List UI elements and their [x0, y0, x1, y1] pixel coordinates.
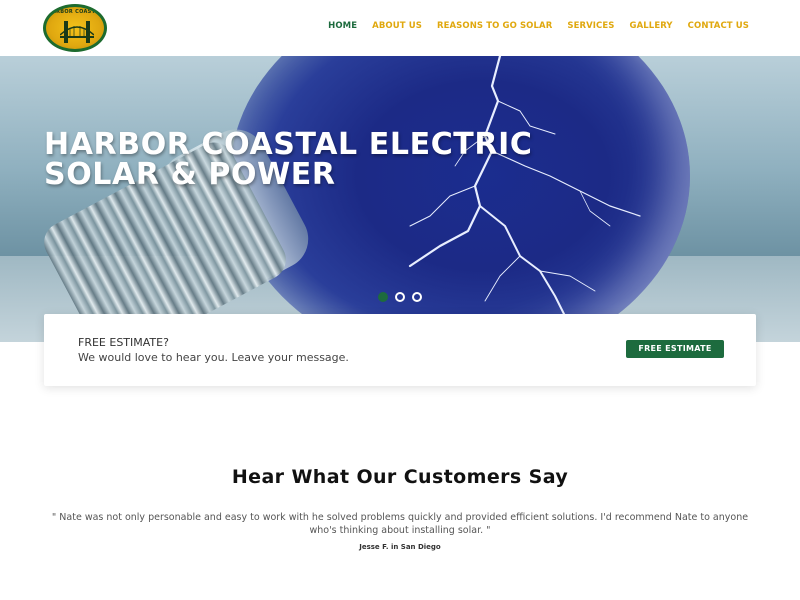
site-logo[interactable]: HARBOR COASTAL — [43, 4, 107, 52]
nav-gallery[interactable]: GALLERY — [630, 21, 673, 31]
testimonial-quote: " Nate was not only personable and easy … — [51, 512, 749, 536]
free-estimate-card: FREE ESTIMATE? We would love to hear you… — [44, 314, 756, 386]
hero-title-line-2: SOLAR & POWER — [44, 157, 336, 192]
slider-dot-3[interactable] — [412, 292, 422, 302]
nav-about-us[interactable]: ABOUT US — [372, 21, 422, 31]
bridge-icon — [60, 21, 94, 43]
estimate-title: FREE ESTIMATE? — [78, 336, 169, 349]
site-header: HARBOR COASTAL HOME ABOUT US REASONS TO … — [0, 0, 800, 56]
main-nav: HOME ABOUT US REASONS TO GO SOLAR SERVIC… — [328, 21, 749, 31]
slider-dot-2[interactable] — [395, 292, 405, 302]
nav-services[interactable]: SERVICES — [567, 21, 614, 31]
slider-dots — [378, 292, 422, 302]
hero-title: HARBOR COASTAL ELECTRIC SOLAR & POWER — [44, 130, 532, 190]
hero-slider: HARBOR COASTAL ELECTRIC SOLAR & POWER — [0, 56, 800, 342]
testimonial-author: Jesse F. in San Diego — [359, 543, 441, 551]
nav-home[interactable]: HOME — [328, 21, 357, 31]
free-estimate-button[interactable]: FREE ESTIMATE — [626, 340, 724, 358]
estimate-subtitle: We would love to hear you. Leave your me… — [78, 351, 349, 364]
slider-dot-1[interactable] — [378, 292, 388, 302]
testimonials-heading: Hear What Our Customers Say — [231, 466, 569, 488]
nav-contact-us[interactable]: CONTACT US — [688, 21, 749, 31]
lightning-icon — [408, 56, 641, 342]
nav-reasons-to-go-solar[interactable]: REASONS TO GO SOLAR — [437, 21, 552, 31]
logo-text: HARBOR COASTAL — [47, 9, 103, 15]
